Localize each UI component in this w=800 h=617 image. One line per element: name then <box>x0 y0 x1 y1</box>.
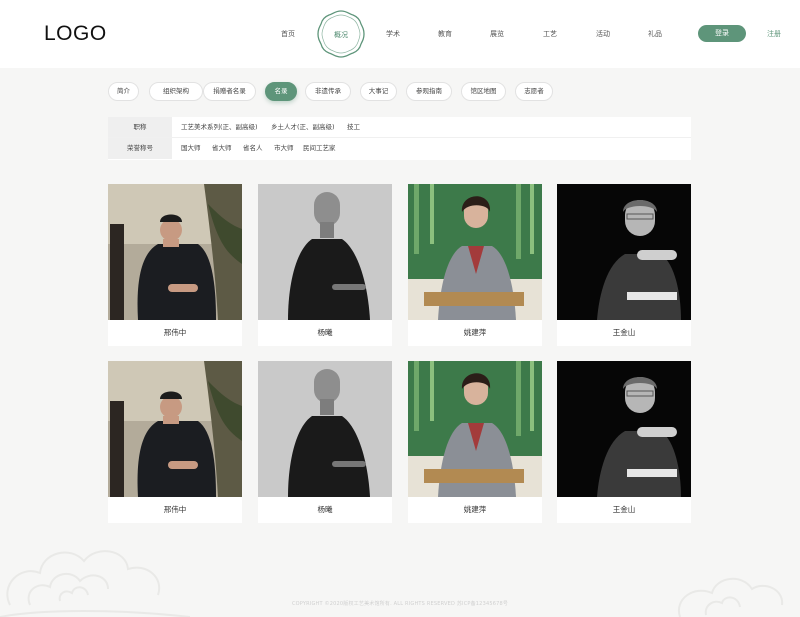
tab-directory[interactable]: 名录 <box>265 82 297 101</box>
tab-heritage[interactable]: 非遗传承 <box>305 82 351 101</box>
person-photo <box>258 361 392 497</box>
cloud-ornament-right-icon <box>677 578 784 617</box>
nav-item-overview[interactable]: 概况 <box>317 10 365 58</box>
person-name: 杨曦 <box>317 328 333 337</box>
tab-visit-guide[interactable]: 参观指南 <box>406 82 452 101</box>
person-card[interactable]: 王金山 <box>557 184 691 346</box>
filter-label-title: 职称 <box>108 117 172 137</box>
person-photo <box>557 184 691 320</box>
person-card[interactable]: 邢伟中 <box>108 184 242 346</box>
person-card[interactable]: 姚建萍 <box>408 184 542 346</box>
filter-option[interactable]: 省名人 <box>243 138 263 159</box>
person-card[interactable]: 邢伟中 <box>108 361 242 523</box>
register-link[interactable]: 注册 <box>767 29 781 39</box>
person-card[interactable]: 杨曦 <box>258 361 392 523</box>
filter-row-title: 职称 工艺美术系列(正、副高级) 乡土人才(正、副高级) 技工 <box>108 117 691 138</box>
filter-option[interactable]: 民间工艺家 <box>303 138 336 159</box>
tab-volunteers[interactable]: 志愿者 <box>515 82 553 101</box>
sub-tabs: 简介 组织架构 捐赠者名录 名录 非遗传承 大事记 参观指南 馆区地图 志愿者 <box>108 82 708 102</box>
person-name: 杨曦 <box>317 505 333 514</box>
filter-panel: 职称 工艺美术系列(正、副高级) 乡土人才(正、副高级) 技工 荣誉称号 国大师… <box>108 117 691 160</box>
person-photo <box>108 361 242 497</box>
login-button[interactable]: 登录 <box>698 25 746 42</box>
nav-item-education[interactable]: 教育 <box>438 29 452 39</box>
filter-label-honor: 荣誉称号 <box>108 138 172 159</box>
site-header: LOGO 首页 概况 学术 教育 展览 工艺 活动 礼品 登录 注册 <box>0 0 800 68</box>
person-photo <box>408 184 542 320</box>
people-grid: 邢伟中 杨曦 姚建萍 王金山 邢伟中 杨曦 姚建萍 王金山 <box>108 184 691 524</box>
main-nav: 首页 概况 学术 教育 展览 工艺 活动 礼品 <box>0 0 800 68</box>
person-card[interactable]: 杨曦 <box>258 184 392 346</box>
filter-option[interactable]: 技工 <box>347 117 360 138</box>
person-name: 王金山 <box>612 505 636 514</box>
tab-organization[interactable]: 组织架构 <box>149 82 203 101</box>
tab-map[interactable]: 馆区地图 <box>461 82 506 101</box>
person-name: 邢伟中 <box>163 328 187 337</box>
person-name: 姚建萍 <box>463 505 487 514</box>
filter-row-honor: 荣誉称号 国大师 省大师 省名人 市大师 民间工艺家 <box>108 138 691 159</box>
tab-donors[interactable]: 捐赠者名录 <box>203 82 256 101</box>
nav-item-craft[interactable]: 工艺 <box>543 29 557 39</box>
nav-item-gifts[interactable]: 礼品 <box>648 29 662 39</box>
filter-option[interactable]: 省大师 <box>212 138 232 159</box>
tab-chronicle[interactable]: 大事记 <box>360 82 397 101</box>
person-card[interactable]: 王金山 <box>557 361 691 523</box>
person-card[interactable]: 姚建萍 <box>408 361 542 523</box>
tab-intro[interactable]: 简介 <box>108 82 139 101</box>
filter-option[interactable]: 市大师 <box>274 138 294 159</box>
person-photo <box>258 184 392 320</box>
person-name: 姚建萍 <box>463 328 487 337</box>
nav-item-academic[interactable]: 学术 <box>386 29 400 39</box>
footer-copyright: COPYRIGHT ©2020版权工艺美术馆所有. ALL RIGHTS RES… <box>291 601 509 607</box>
nav-item-overview-label: 概况 <box>334 31 348 39</box>
person-photo <box>408 361 542 497</box>
nav-item-activities[interactable]: 活动 <box>596 29 610 39</box>
nav-item-home[interactable]: 首页 <box>281 29 295 39</box>
filter-option[interactable]: 乡土人才(正、副高级) <box>271 117 335 138</box>
person-name: 王金山 <box>612 328 636 337</box>
filter-option[interactable]: 工艺美术系列(正、副高级) <box>181 117 258 138</box>
nav-item-exhibition[interactable]: 展览 <box>490 29 504 39</box>
filter-option[interactable]: 国大师 <box>181 138 201 159</box>
person-photo <box>108 184 242 320</box>
person-photo <box>557 361 691 497</box>
